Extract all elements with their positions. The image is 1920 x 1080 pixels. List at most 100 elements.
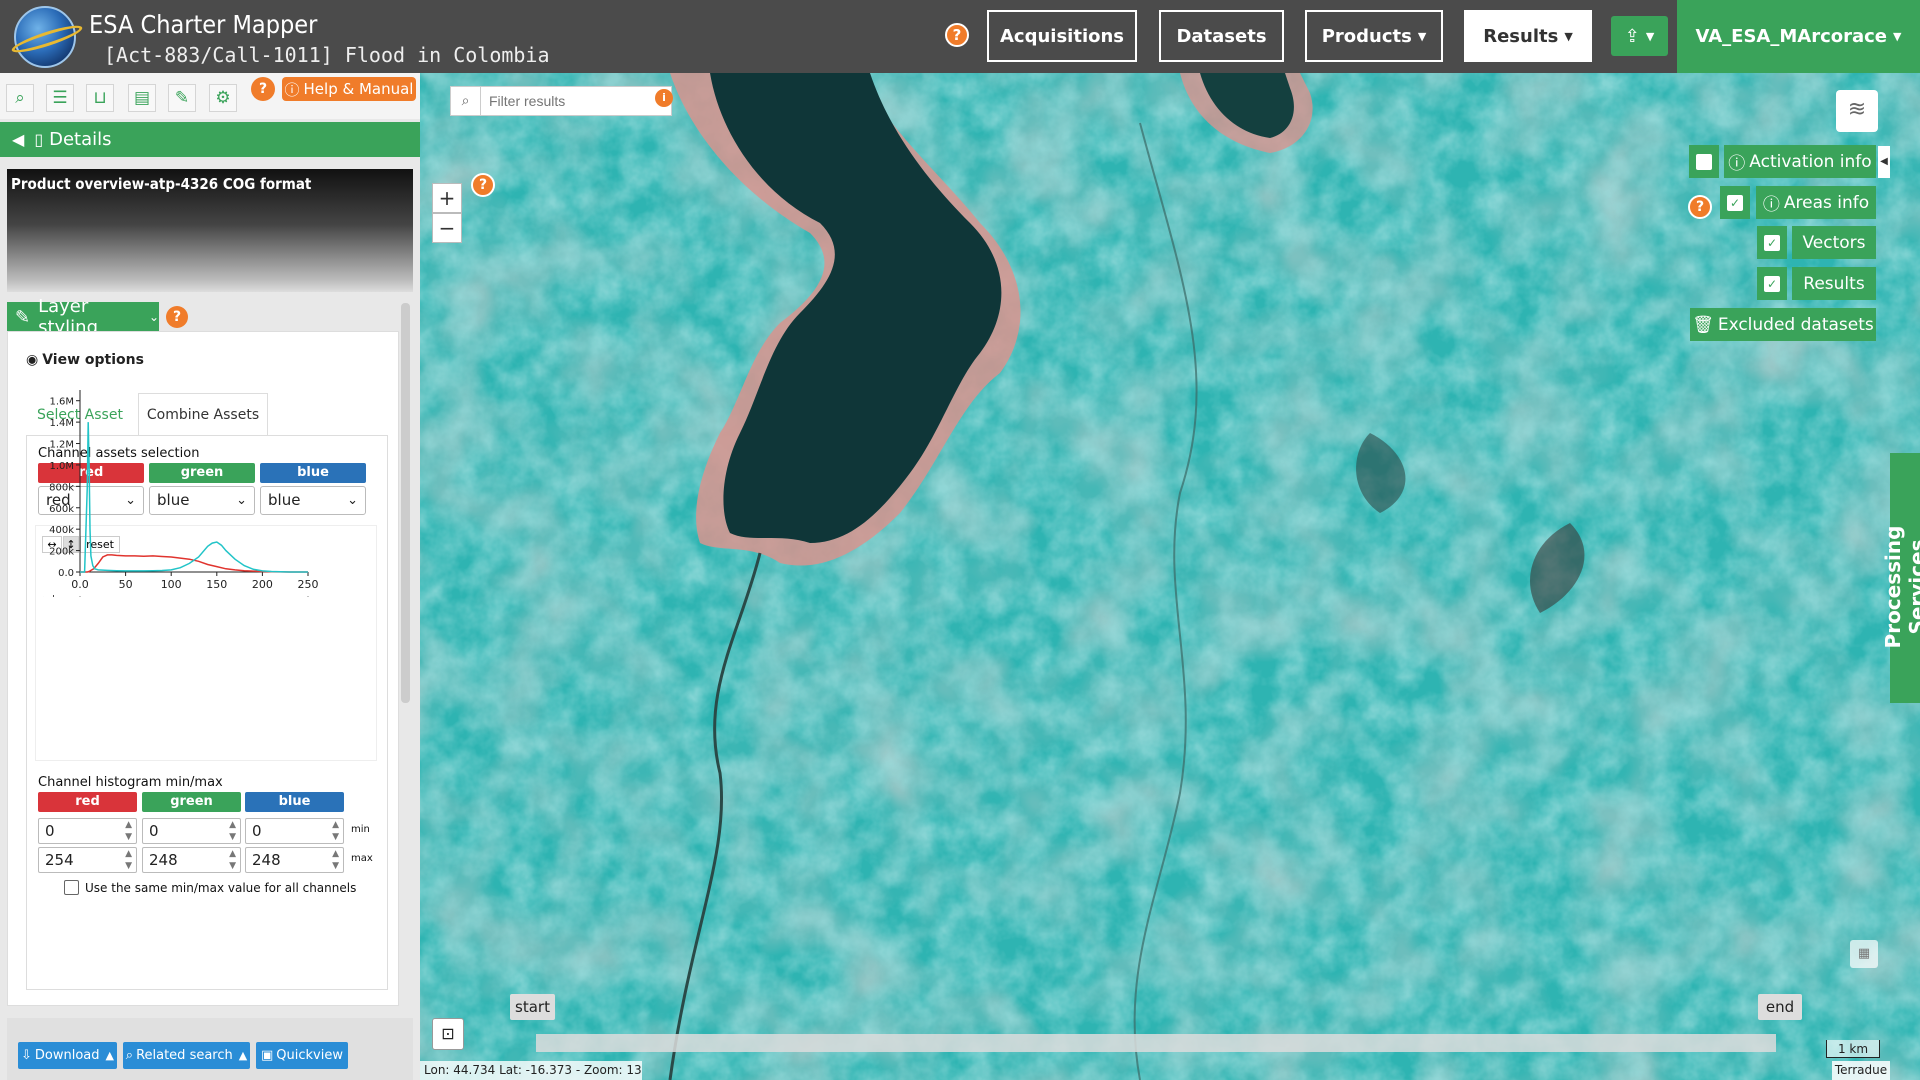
datasets-button[interactable]: Datasets <box>1159 10 1284 62</box>
results-checkbox[interactable]: ✓ <box>1757 267 1787 300</box>
coordinates-readout: Lon: 44.734 Lat: -16.373 - Zoom: 13 <box>420 1061 642 1080</box>
vectors-button[interactable]: Vectors <box>1792 226 1876 259</box>
download-icon: ⇩ <box>21 1048 32 1063</box>
attribution[interactable]: Terradue <box>1832 1061 1890 1080</box>
details-title: Details <box>49 129 112 150</box>
same-minmax-label: Use the same min/max value for all chann… <box>85 881 357 895</box>
layer-styling-help-icon[interactable]: ? <box>166 306 188 328</box>
info-icon: ⓘ <box>1728 154 1746 174</box>
areas-info-button[interactable]: ⓘ Areas info <box>1756 186 1876 219</box>
caret-up-icon: ▲ <box>105 1049 114 1062</box>
timeline-bar[interactable] <box>536 1034 1776 1052</box>
acquisitions-label: Acquisitions <box>999 25 1125 47</box>
stepper-icon[interactable]: ▲ ▼ <box>125 848 132 872</box>
activation-info-checkbox[interactable] <box>1689 145 1719 178</box>
quickview-button[interactable]: ▣ Quickview <box>256 1042 348 1069</box>
vectors-checkbox[interactable]: ✓ <box>1757 226 1787 259</box>
upload-dropdown[interactable]: ⇪ ▼ <box>1611 16 1668 56</box>
results-layer-button[interactable]: Results <box>1792 267 1876 300</box>
info-icon: ⓘ <box>284 80 300 99</box>
minimap-icon[interactable]: ▦ <box>1850 940 1878 968</box>
results-dropdown[interactable]: Results ▼ <box>1464 10 1592 62</box>
satellite-imagery[interactable] <box>420 73 1920 1080</box>
green-max-value: 248 <box>149 851 178 869</box>
blue-min-input[interactable]: 0 ▲ ▼ <box>245 818 344 844</box>
info-icon: ⓘ <box>1762 195 1780 215</box>
minmax-blue-badge: blue <box>245 792 344 812</box>
histogram-chart: 0.0200k400k600k800k1.0M1.2M1.4M1.6M0.0 50… <box>40 390 319 597</box>
list-icon[interactable]: ☰ <box>46 84 74 112</box>
stepper-icon[interactable]: ▲ ▼ <box>125 819 132 843</box>
slider-max-handle <box>307 596 309 597</box>
map-help-icon[interactable]: ? <box>471 173 495 197</box>
header-help-icon[interactable]: ? <box>945 23 969 47</box>
timeline-start-handle[interactable]: start <box>510 994 555 1020</box>
activation-title: [Act-883/Call-1011] Flood in Colombia <box>104 43 550 67</box>
red-max-input[interactable]: 254 ▲ ▼ <box>38 847 137 873</box>
histogram-series-0 <box>80 554 308 573</box>
activation-info-button[interactable]: ⓘ Activation info <box>1724 145 1876 178</box>
panel-scrollbar[interactable] <box>401 303 410 703</box>
excluded-datasets-button[interactable]: 🗑 Excluded datasets <box>1690 308 1876 341</box>
download-button[interactable]: ⇩ Download ▲ <box>18 1042 117 1069</box>
filter-info-icon[interactable]: i <box>655 89 673 107</box>
blue-max-input[interactable]: 248 ▲ ▼ <box>245 847 344 873</box>
green-max-input[interactable]: 248 ▲ ▼ <box>142 847 241 873</box>
archive-icon[interactable]: ▤ <box>128 84 156 112</box>
filter-results-input[interactable] <box>485 87 669 115</box>
caret-down-icon: ▼ <box>1417 29 1427 43</box>
timeline-toggle-icon[interactable]: ⊡ <box>432 1018 464 1050</box>
user-menu[interactable]: VA_ESA_MArcorace ▼ <box>1677 0 1920 73</box>
search-icon: ⌕ <box>125 1048 134 1063</box>
x-tick-label: 100 <box>161 578 182 591</box>
areas-info-checkbox[interactable]: ✓ <box>1720 186 1750 219</box>
y-tick-label: 1.4M <box>49 418 74 429</box>
y-tick-label: 1.6M <box>49 397 74 408</box>
search-icon[interactable]: ⌕ <box>451 87 481 115</box>
layers-icon[interactable]: ≋ <box>1836 90 1878 132</box>
right-panel-collapse[interactable]: ◀ <box>1878 146 1890 178</box>
upload-icon: ⇪ <box>1624 25 1640 47</box>
map-view[interactable] <box>420 73 1920 1080</box>
toolbar-help-icon[interactable]: ? <box>251 77 275 101</box>
help-manual-label: Help & Manual <box>303 80 414 98</box>
areas-help-icon[interactable]: ? <box>1688 195 1712 219</box>
x-tick-label: 50 <box>119 578 133 591</box>
help-manual-button[interactable]: ⓘ Help & Manual <box>282 77 416 101</box>
overview-title: Product overview-atp-4326 COG format <box>11 175 312 193</box>
x-tick-label: 0.0 <box>71 578 89 591</box>
layer-styling-toggle[interactable]: ✎ Layer styling ⌄ <box>7 296 159 338</box>
user-name: VA_ESA_MArcorace <box>1695 26 1888 47</box>
search-icon[interactable]: ⌕ <box>6 84 34 112</box>
gear-icon[interactable]: ⚙ <box>209 84 237 112</box>
y-tick-label: 800k <box>49 482 74 493</box>
red-max-value: 254 <box>45 851 74 869</box>
bottom-action-bar: ⇩ Download ▲ ⌕ Related search ▲ ▣ Quickview <box>7 1018 413 1080</box>
acquisitions-button[interactable]: Acquisitions <box>987 10 1137 62</box>
products-label: Products <box>1321 25 1412 47</box>
details-header[interactable]: ◀ ▯ Details <box>0 122 420 157</box>
processing-services-tab[interactable]: Processing Services <box>1881 453 1920 703</box>
zoom-out-button[interactable]: − <box>432 213 462 243</box>
related-search-button[interactable]: ⌕ Related search ▲ <box>123 1042 250 1069</box>
timeline-end-handle[interactable]: end <box>1758 994 1802 1020</box>
histogram-series-1 <box>80 422 308 573</box>
minmax-green-badge: green <box>142 792 241 812</box>
products-dropdown[interactable]: Products ▼ <box>1305 10 1443 62</box>
slider-label: red <box>40 595 55 597</box>
red-min-input[interactable]: 0 ▲ ▼ <box>38 818 137 844</box>
blue-min-value: 0 <box>252 822 262 840</box>
same-minmax-checkbox[interactable] <box>64 880 79 895</box>
stepper-icon[interactable]: ▲ ▼ <box>332 848 339 872</box>
green-min-input[interactable]: 0 ▲ ▼ <box>142 818 241 844</box>
zoom-in-button[interactable]: + <box>432 183 462 213</box>
stepper-icon[interactable]: ▲ ▼ <box>229 819 236 843</box>
pencil-icon[interactable]: ✎ <box>168 84 196 112</box>
stepper-icon[interactable]: ▲ ▼ <box>332 819 339 843</box>
chevron-left-icon[interactable]: ◀ <box>12 130 24 149</box>
basket-icon[interactable]: ⊔ <box>86 84 114 112</box>
esa-charter-logo <box>9 6 85 68</box>
minmax-red-badge: red <box>38 792 137 812</box>
image-icon: ▣ <box>261 1048 274 1063</box>
stepper-icon[interactable]: ▲ ▼ <box>229 848 236 872</box>
